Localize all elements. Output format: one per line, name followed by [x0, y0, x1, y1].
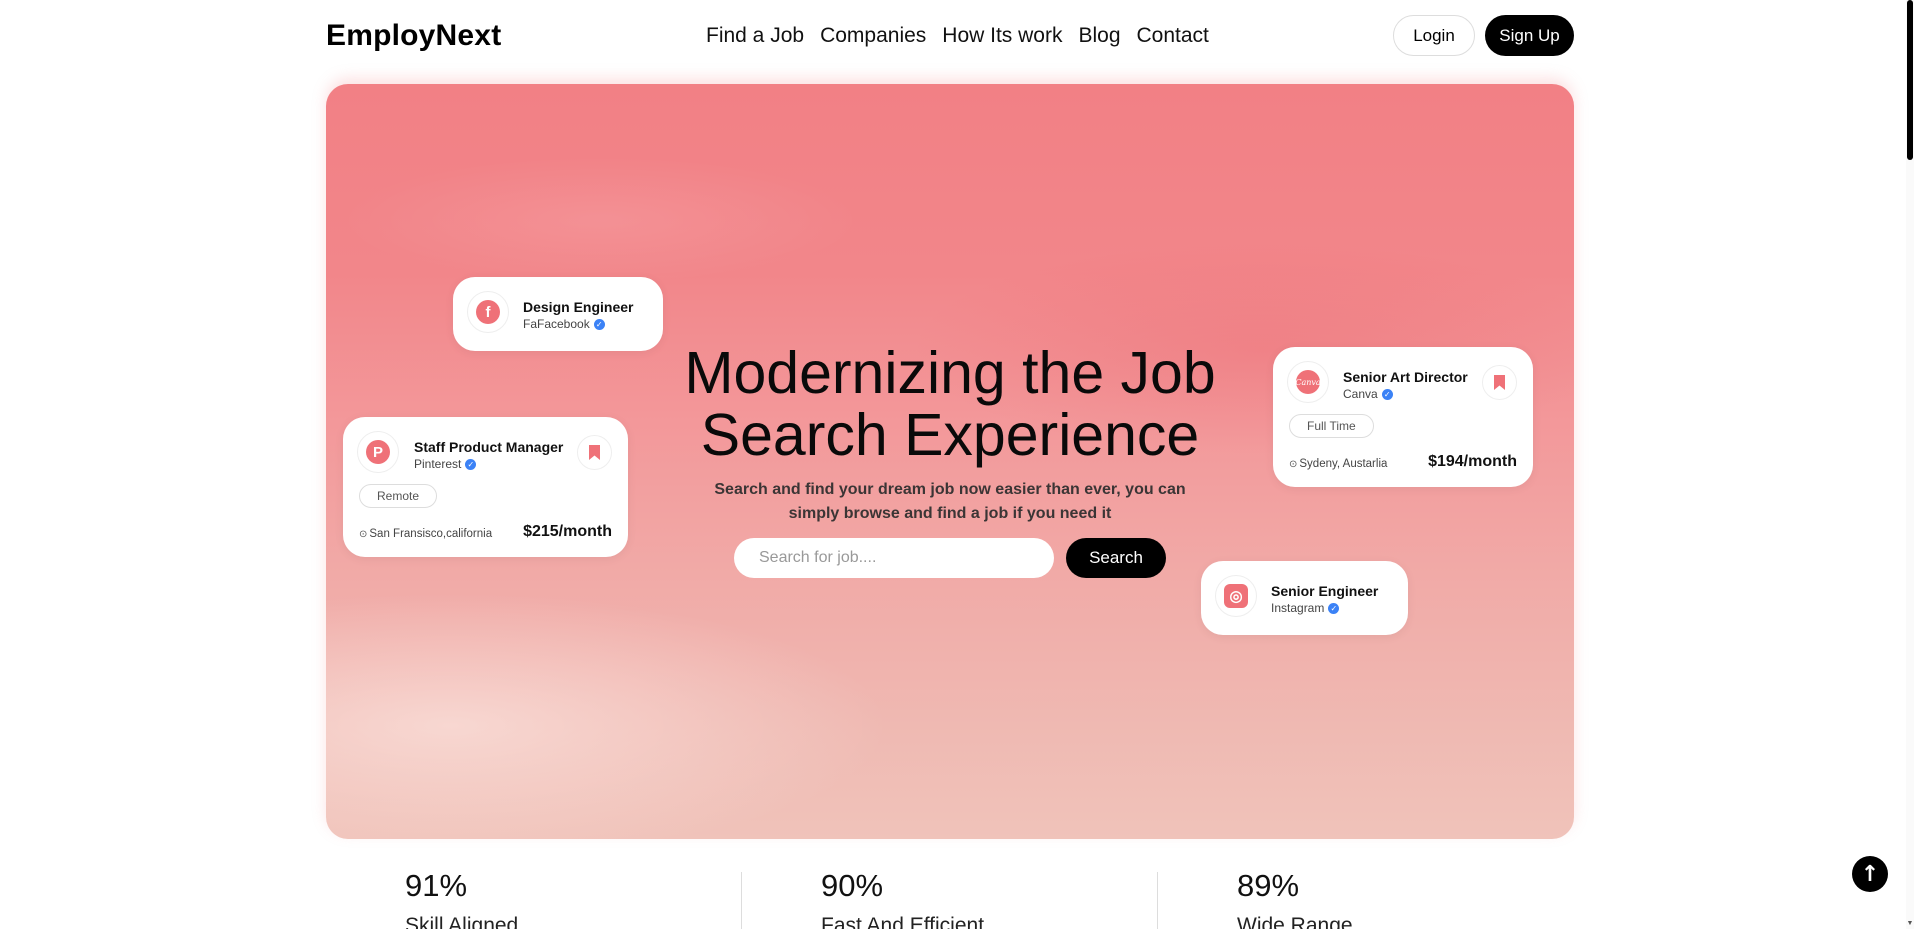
job-title: Senior Art Director: [1343, 369, 1468, 385]
job-location: ⊙ San Fransisco,california: [359, 528, 492, 540]
job-type-tag: Full Time: [1289, 414, 1374, 438]
job-card-staff-product-manager[interactable]: P Staff Product Manager Pinterest ✓ Remo…: [343, 417, 628, 557]
brand-logo[interactable]: EmployNext: [326, 19, 501, 53]
company-name: Instagram ✓: [1271, 601, 1340, 615]
stat-label: Fast And Efficient: [821, 914, 985, 929]
signup-button[interactable]: Sign Up: [1485, 15, 1574, 56]
stat-value: 89%: [1237, 868, 1300, 903]
company-logo: f: [467, 291, 509, 333]
pinterest-icon: P: [366, 440, 390, 464]
verified-badge-icon: ✓: [1328, 602, 1340, 614]
scrollbar-thumb[interactable]: [1907, 0, 1913, 160]
nav-how-its-work[interactable]: How Its work: [942, 24, 1062, 48]
search-button[interactable]: Search: [1066, 538, 1166, 578]
job-salary: $215/month: [523, 523, 612, 540]
stat-label: Skill Aligned: [405, 914, 519, 929]
scroll-top-button[interactable]: ↑: [1852, 856, 1888, 892]
bookmark-button[interactable]: [577, 435, 612, 470]
company-logo: P: [357, 431, 399, 473]
login-button[interactable]: Login: [1393, 15, 1475, 56]
company-logo: Canva: [1287, 361, 1329, 403]
stat-fast-and-efficient: 90% Fast And Efficient: [821, 868, 984, 929]
bookmark-icon: [589, 445, 600, 460]
stat-label: Wide Range: [1237, 914, 1353, 929]
job-title: Design Engineer: [523, 299, 634, 315]
bookmark-icon: [1494, 375, 1505, 390]
hero-section: Modernizing the Job Search Experience Se…: [326, 84, 1574, 839]
company-logo: ◎: [1215, 575, 1257, 617]
stat-divider: [1157, 872, 1158, 929]
verified-badge-icon: ✓: [465, 458, 477, 470]
company-label: Canva: [1343, 387, 1378, 401]
auth-buttons: Login Sign Up: [1393, 15, 1574, 56]
instagram-icon: ◎: [1224, 584, 1248, 608]
nav-blog[interactable]: Blog: [1078, 24, 1120, 48]
location-label: Sydeny, Austarlia: [1299, 458, 1388, 470]
nav-find-a-job[interactable]: Find a Job: [706, 24, 804, 48]
company-label: Pinterest: [414, 457, 462, 471]
job-title: Staff Product Manager: [414, 439, 564, 455]
company-label: Instagram: [1271, 601, 1325, 615]
facebook-icon: f: [476, 300, 500, 324]
arrow-up-icon: ↑: [1860, 861, 1880, 887]
canva-icon: Canva: [1295, 370, 1321, 394]
stat-wide-range: 89% Wide Range: [1237, 868, 1353, 929]
verified-badge-icon: ✓: [593, 318, 605, 330]
nav-contact[interactable]: Contact: [1137, 24, 1209, 48]
job-salary: $194/month: [1428, 453, 1517, 470]
location-pin-icon: ⊙: [1289, 458, 1298, 470]
page-scrollbar[interactable]: ▼: [1906, 0, 1914, 929]
location-pin-icon: ⊙: [359, 528, 368, 540]
job-type-tag: Remote: [359, 484, 438, 508]
job-title: Senior Engineer: [1271, 583, 1379, 599]
verified-badge-icon: ✓: [1381, 388, 1393, 400]
company-label: FaFacebook: [523, 317, 590, 331]
nav-companies[interactable]: Companies: [820, 24, 926, 48]
company-name: Canva ✓: [1343, 387, 1393, 401]
location-label: San Fransisco,california: [369, 528, 493, 540]
bookmark-button[interactable]: [1482, 365, 1517, 400]
job-location: ⊙ Sydeny, Austarlia: [1289, 458, 1387, 470]
stat-value: 91%: [405, 868, 468, 903]
stat-value: 90%: [821, 868, 884, 903]
job-card-senior-art-director[interactable]: Canva Senior Art Director Canva ✓ Full T…: [1273, 347, 1533, 487]
company-name: Pinterest ✓: [414, 457, 477, 471]
stat-skill-aligned: 91% Skill Aligned: [405, 868, 518, 929]
scroll-down-arrow-icon[interactable]: ▼: [1906, 920, 1914, 927]
job-card-senior-engineer[interactable]: ◎ Senior Engineer Instagram ✓: [1201, 561, 1408, 635]
job-card-design-engineer[interactable]: f Design Engineer FaFacebook ✓: [453, 277, 663, 351]
site-header: EmployNext Find a Job Companies How Its …: [326, 14, 1574, 58]
main-nav: Find a Job Companies How Its work Blog C…: [706, 24, 1209, 48]
job-search-input[interactable]: [734, 538, 1054, 578]
company-name: FaFacebook ✓: [523, 317, 605, 331]
stat-divider: [741, 872, 742, 929]
